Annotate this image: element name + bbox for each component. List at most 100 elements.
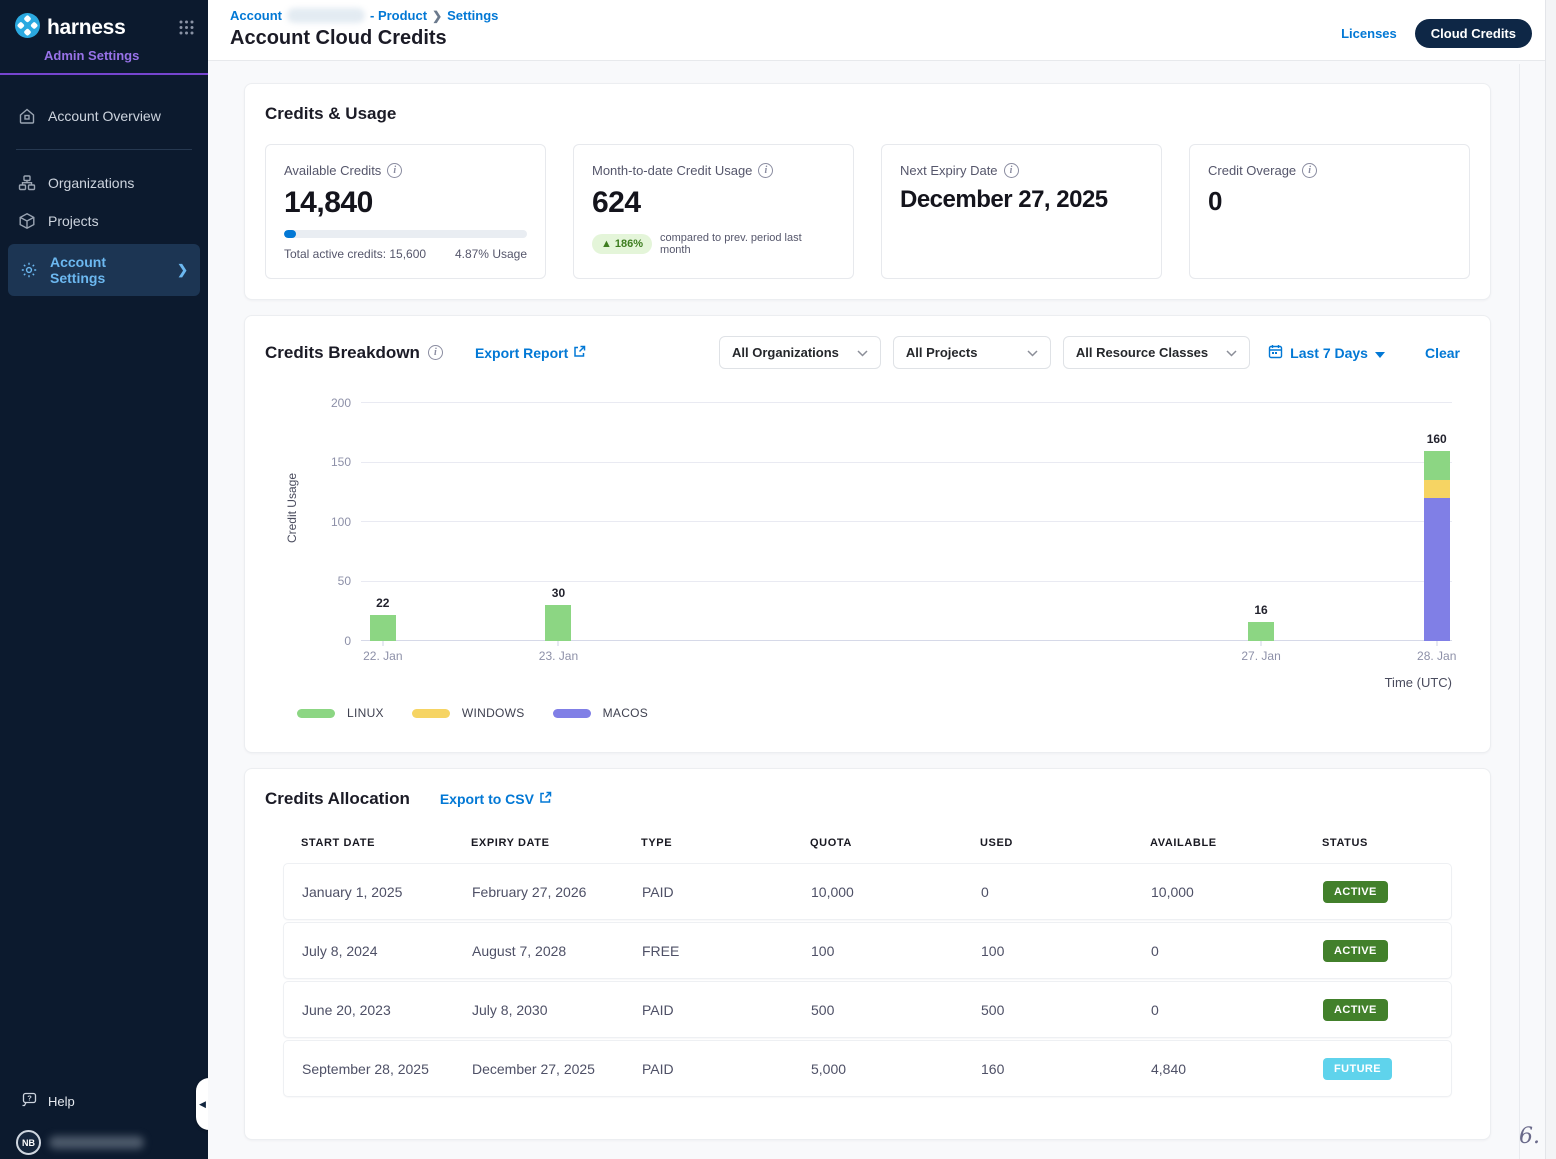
legend-item-windows[interactable]: WINDOWS <box>412 706 525 720</box>
legend-item-linux[interactable]: LINUX <box>297 706 384 720</box>
chart-plot-area: 0501001502002222. Jan3023. Jan1627. Jan1… <box>361 403 1452 641</box>
table-row[interactable]: September 28, 2025 December 27, 2025 PAI… <box>283 1040 1452 1097</box>
gridline: 50 <box>361 581 1452 582</box>
column-header: QUOTA <box>810 837 980 849</box>
status-badge: ACTIVE <box>1323 940 1388 962</box>
date-range-filter[interactable]: Last 7 Days <box>1268 344 1385 362</box>
available-credits-value: 14,840 <box>284 186 527 220</box>
bar-segment-linux <box>370 615 396 641</box>
legend-label: LINUX <box>347 706 384 720</box>
cloud-credits-button[interactable]: Cloud Credits <box>1415 19 1532 48</box>
sidebar-item-organizations[interactable]: Organizations <box>0 164 208 202</box>
available-credits-card: Available Credits i 14,840 Total active … <box>265 144 546 279</box>
legend-swatch-icon <box>553 709 591 718</box>
sidebar: harness Admin Settings Account Overview … <box>0 0 208 1159</box>
credits-allocation-panel: Credits Allocation Export to CSV START D… <box>244 768 1491 1140</box>
avatar-name-blurred <box>49 1136 144 1149</box>
status-badge: ACTIVE <box>1323 881 1388 903</box>
table-row[interactable]: June 20, 2023 July 8, 2030 PAID 500 500 … <box>283 981 1452 1038</box>
bar-23jan[interactable]: 30 <box>545 605 571 641</box>
clear-filters-link[interactable]: Clear <box>1425 345 1460 361</box>
page-header: Account - Product ❯ Settings Account Clo… <box>208 0 1556 61</box>
legend-swatch-icon <box>412 709 450 718</box>
help-label: Help <box>48 1094 75 1109</box>
help-button[interactable]: ? Help <box>0 1081 208 1122</box>
avatar[interactable]: NB <box>16 1130 41 1155</box>
info-icon[interactable]: i <box>428 345 443 360</box>
cell-type: FREE <box>642 943 811 959</box>
bar-value-label: 16 <box>1254 603 1267 617</box>
table-row[interactable]: January 1, 2025 February 27, 2026 PAID 1… <box>283 863 1452 920</box>
sidebar-divider <box>16 149 192 150</box>
gear-icon <box>20 261 38 279</box>
x-tick-label: 23. Jan <box>539 649 578 663</box>
brand-name: harness <box>47 16 125 40</box>
table-row[interactable]: July 8, 2024 August 7, 2028 FREE 100 100… <box>283 922 1452 979</box>
info-icon[interactable]: i <box>758 163 773 178</box>
x-tick-mark <box>382 641 383 646</box>
legend-item-macos[interactable]: MACOS <box>553 706 649 720</box>
bar-27jan[interactable]: 16 <box>1248 622 1274 641</box>
credits-allocation-title: Credits Allocation <box>265 789 410 809</box>
cell-expiry-date: August 7, 2028 <box>472 943 642 959</box>
chart-legend: LINUX WINDOWS MACOS <box>297 706 1460 720</box>
brand-underline <box>0 73 208 75</box>
cell-available: 4,840 <box>1151 1061 1323 1077</box>
y-tick-label: 50 <box>338 574 351 588</box>
mtd-usage-card: Month-to-date Credit Usage i 624 ▲186% c… <box>573 144 854 279</box>
cell-used: 100 <box>981 943 1151 959</box>
cell-start-date: June 20, 2023 <box>302 1002 472 1018</box>
cell-type: PAID <box>642 884 811 900</box>
organizations-select[interactable]: All Organizations <box>719 336 881 369</box>
cell-used: 160 <box>981 1061 1151 1077</box>
info-icon[interactable]: i <box>1302 163 1317 178</box>
column-header: EXPIRY DATE <box>471 837 641 849</box>
cell-expiry-date: July 8, 2030 <box>472 1002 642 1018</box>
chevron-down-icon <box>857 345 868 360</box>
scrollbar[interactable] <box>1545 0 1556 1159</box>
credits-progress-bar <box>284 230 527 238</box>
breadcrumb-settings-link[interactable]: Settings <box>447 8 498 23</box>
bar-28jan[interactable]: 160 <box>1424 451 1450 641</box>
gridline: 150 <box>361 462 1452 463</box>
cell-expiry-date: December 27, 2025 <box>472 1061 642 1077</box>
projects-select[interactable]: All Projects <box>893 336 1051 369</box>
status-badge: FUTURE <box>1323 1058 1392 1080</box>
bar-value-label: 160 <box>1427 432 1447 446</box>
cell-start-date: September 28, 2025 <box>302 1061 472 1077</box>
sidebar-item-label: Organizations <box>48 175 134 191</box>
x-tick-label: 28. Jan <box>1417 649 1456 663</box>
sidebar-item-account-settings[interactable]: Account Settings ❯ <box>8 244 200 296</box>
y-axis-label: Credit Usage <box>285 473 299 543</box>
total-active-credits: Total active credits: 15,600 <box>284 247 426 261</box>
info-icon[interactable]: i <box>387 163 402 178</box>
cube-icon <box>18 212 36 230</box>
chevron-right-icon: ❯ <box>177 262 188 278</box>
resource-classes-select[interactable]: All Resource Classes <box>1063 336 1250 369</box>
info-icon[interactable]: i <box>1004 163 1019 178</box>
next-expiry-value: December 27, 2025 <box>900 184 1143 216</box>
svg-text:?: ? <box>27 1094 32 1103</box>
app-grid-icon[interactable] <box>179 20 194 40</box>
column-header: TYPE <box>641 837 810 849</box>
main-content: Account - Product ❯ Settings Account Clo… <box>208 0 1556 1159</box>
export-report-link[interactable]: Export Report <box>475 345 586 361</box>
bar-segment-linux <box>1248 622 1274 641</box>
bar-value-label: 22 <box>376 596 389 610</box>
breadcrumb-blurred-segment <box>287 8 365 23</box>
brand-subtitle: Admin Settings <box>44 48 139 63</box>
breadcrumb-account-link[interactable]: Account <box>230 8 282 23</box>
sidebar-item-label: Projects <box>48 213 99 229</box>
licenses-link[interactable]: Licenses <box>1341 26 1397 41</box>
column-header: STATUS <box>1322 837 1452 849</box>
bar-segment-linux <box>545 605 571 641</box>
bar-segment-windows <box>1424 480 1450 498</box>
sidebar-item-projects[interactable]: Projects <box>0 202 208 240</box>
breadcrumb-product-link[interactable]: - Product <box>370 8 427 23</box>
bar-22jan[interactable]: 22 <box>370 615 396 641</box>
sidebar-item-account-overview[interactable]: Account Overview <box>0 97 208 135</box>
export-csv-link[interactable]: Export to CSV <box>440 791 552 807</box>
y-tick-label: 100 <box>331 515 351 529</box>
home-icon <box>18 107 36 125</box>
cell-quota: 500 <box>811 1002 981 1018</box>
